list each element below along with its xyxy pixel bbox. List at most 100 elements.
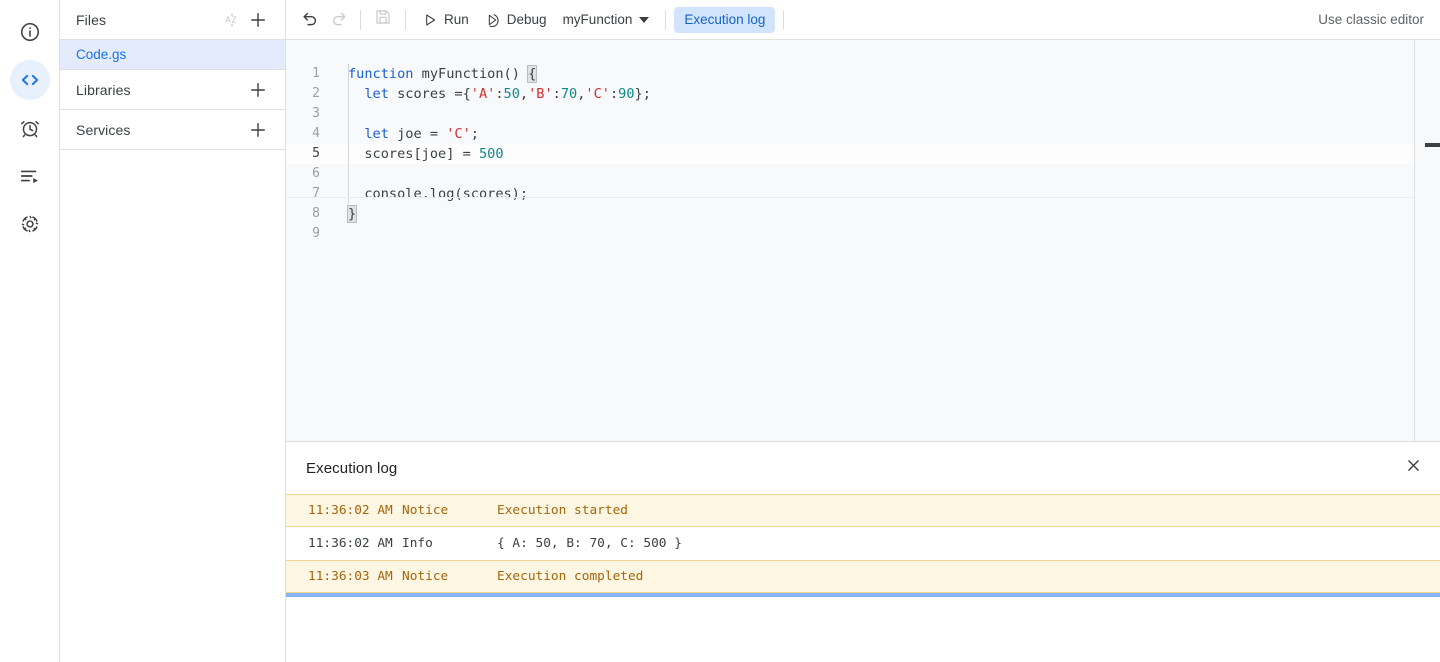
line-number: 4 bbox=[312, 126, 320, 141]
code-token-kw: let bbox=[364, 86, 389, 102]
indent-guide bbox=[348, 64, 349, 204]
code-token-pln: }; bbox=[634, 86, 651, 102]
code-content[interactable]: 1 function myFunction() {2 let scores ={'… bbox=[286, 40, 1414, 441]
code-token-pln: , bbox=[519, 86, 529, 102]
log-timestamp: 11:36:03 AM bbox=[308, 569, 393, 584]
line-number: 6 bbox=[312, 166, 320, 181]
save-button[interactable] bbox=[369, 6, 397, 34]
rail-item-project-overview[interactable] bbox=[10, 12, 50, 52]
execution-log-row: 11:36:02 AM Info { A: 50, B: 70, C: 500 } bbox=[286, 527, 1440, 560]
code-line-text[interactable] bbox=[328, 224, 1414, 244]
execution-log-panel: Execution log 11:36:02 AM Notice Execution… bbox=[286, 441, 1440, 662]
run-button[interactable]: Run bbox=[414, 6, 477, 34]
rail-item-project-settings[interactable] bbox=[10, 204, 50, 244]
code-editor[interactable]: 1 function myFunction() {2 let scores ={'… bbox=[286, 40, 1440, 441]
code-token-num: 50 bbox=[503, 86, 520, 102]
execution-log-row: 11:36:03 AM Notice Execution completed bbox=[286, 560, 1440, 593]
code-token-pln: : bbox=[495, 86, 504, 102]
code-line-text[interactable]: let joe = 'C'; bbox=[328, 124, 1414, 144]
files-section-header: Files A Z bbox=[60, 0, 285, 40]
code-line[interactable]: 9 bbox=[286, 224, 1414, 244]
log-message: Execution started bbox=[497, 503, 628, 518]
add-library-button[interactable] bbox=[245, 77, 271, 103]
execution-log-row: 11:36:02 AM Notice Execution started bbox=[286, 494, 1440, 527]
code-line[interactable]: 5 scores[joe] = 500 bbox=[286, 144, 1414, 164]
editor-minimap-scrollbar[interactable] bbox=[1414, 40, 1440, 441]
line-number: 1 bbox=[312, 66, 320, 81]
code-line[interactable]: 8} bbox=[286, 204, 1414, 224]
debug-button-label: Debug bbox=[506, 12, 547, 27]
minimap-cursor-tick bbox=[1425, 143, 1440, 147]
run-button-label: Run bbox=[444, 12, 469, 27]
log-level: Info bbox=[402, 536, 433, 551]
code-line[interactable]: 2 let scores ={'A':50,'B':70,'C':90}; bbox=[286, 84, 1414, 104]
code-token-kw: let bbox=[364, 126, 389, 142]
libraries-section-header[interactable]: Libraries bbox=[60, 70, 285, 110]
log-timestamp: 11:36:02 AM bbox=[308, 536, 393, 551]
redo-button[interactable] bbox=[324, 6, 352, 34]
code-line-text[interactable] bbox=[328, 164, 1414, 184]
rail-item-triggers[interactable] bbox=[10, 108, 50, 148]
toolbar-divider-3 bbox=[665, 9, 667, 30]
file-item-code-gs[interactable]: Code.gs bbox=[60, 40, 285, 69]
code-line[interactable]: 4 let joe = 'C'; bbox=[286, 124, 1414, 144]
code-token-num: 90 bbox=[618, 86, 635, 102]
code-line[interactable]: 7 console.log(scores); bbox=[286, 184, 1414, 204]
code-token-pln: joe = bbox=[388, 126, 447, 142]
code-token-str: 'A' bbox=[470, 86, 496, 102]
svg-text:A: A bbox=[225, 15, 231, 24]
line-number: 2 bbox=[312, 86, 320, 101]
execution-log-empty-area bbox=[286, 597, 1440, 657]
libraries-section-title: Libraries bbox=[76, 81, 131, 98]
code-token-pln: console.log(scores); bbox=[348, 186, 529, 202]
sort-az-icon[interactable]: A Z bbox=[219, 7, 245, 33]
code-line-text[interactable]: console.log(scores); bbox=[328, 184, 1414, 204]
code-token-str: 'C' bbox=[446, 126, 471, 142]
code-token-str: 'B' bbox=[528, 86, 553, 102]
debug-button[interactable]: Debug bbox=[477, 6, 555, 34]
file-item-label: Code.gs bbox=[76, 47, 127, 62]
log-level: Notice bbox=[402, 569, 449, 584]
function-select[interactable]: myFunction bbox=[555, 6, 658, 34]
info-icon bbox=[19, 21, 41, 43]
log-timestamp: 11:36:02 AM bbox=[308, 503, 393, 518]
toolbar-divider-1 bbox=[360, 9, 361, 30]
code-token-pln: myFunction() bbox=[413, 66, 529, 82]
code-line-text[interactable]: function myFunction() { bbox=[328, 64, 1414, 84]
code-line[interactable]: 3 bbox=[286, 104, 1414, 124]
use-classic-editor-link[interactable]: Use classic editor bbox=[1318, 12, 1426, 27]
undo-button[interactable] bbox=[296, 6, 324, 34]
code-token-pln bbox=[348, 86, 364, 102]
rail-item-editor[interactable] bbox=[9, 60, 50, 100]
add-file-button[interactable] bbox=[245, 7, 271, 33]
code-token-num: 70 bbox=[560, 86, 578, 102]
services-section-header[interactable]: Services bbox=[60, 110, 285, 150]
line-number: 5 bbox=[312, 146, 320, 161]
code-icon bbox=[19, 69, 41, 91]
code-token-pln: ; bbox=[470, 126, 479, 142]
code-line-text[interactable] bbox=[328, 104, 1414, 124]
code-line-text[interactable]: scores[joe] = 500 bbox=[328, 144, 1414, 164]
code-line[interactable]: 6 bbox=[286, 164, 1414, 184]
close-execution-log-button[interactable] bbox=[1398, 453, 1428, 483]
execution-log-rows: 11:36:02 AM Notice Execution started 11:36:… bbox=[286, 494, 1440, 593]
rail-item-executions[interactable] bbox=[10, 156, 50, 196]
code-line[interactable]: 1 function myFunction() { bbox=[286, 64, 1414, 84]
code-line-text[interactable]: let scores ={'A':50,'B':70,'C':90}; bbox=[328, 84, 1414, 104]
code-token-kw: function bbox=[348, 66, 414, 82]
code-token-brk: { bbox=[527, 65, 538, 83]
line-number: 8 bbox=[312, 206, 320, 221]
execution-log-tab-label: Execution log bbox=[684, 12, 766, 27]
code-line-text[interactable]: } bbox=[328, 204, 1414, 224]
toolbar-divider-4 bbox=[783, 9, 785, 30]
chevron-down-icon bbox=[639, 16, 650, 23]
add-service-button[interactable] bbox=[245, 117, 271, 143]
code-token-pln: : bbox=[552, 86, 561, 102]
code-token-pln: scores[joe] = bbox=[348, 146, 479, 162]
line-number: 3 bbox=[312, 106, 320, 121]
apps-script-editor-window: Files A Z Code.gs Libraries Services Run… bbox=[0, 0, 1440, 662]
line-number: 7 bbox=[312, 186, 320, 201]
save-icon bbox=[374, 8, 392, 31]
execution-log-tab[interactable]: Execution log bbox=[674, 6, 776, 33]
editor-toolbar: Run Debug myFunction Execution log Use c… bbox=[286, 0, 1440, 40]
